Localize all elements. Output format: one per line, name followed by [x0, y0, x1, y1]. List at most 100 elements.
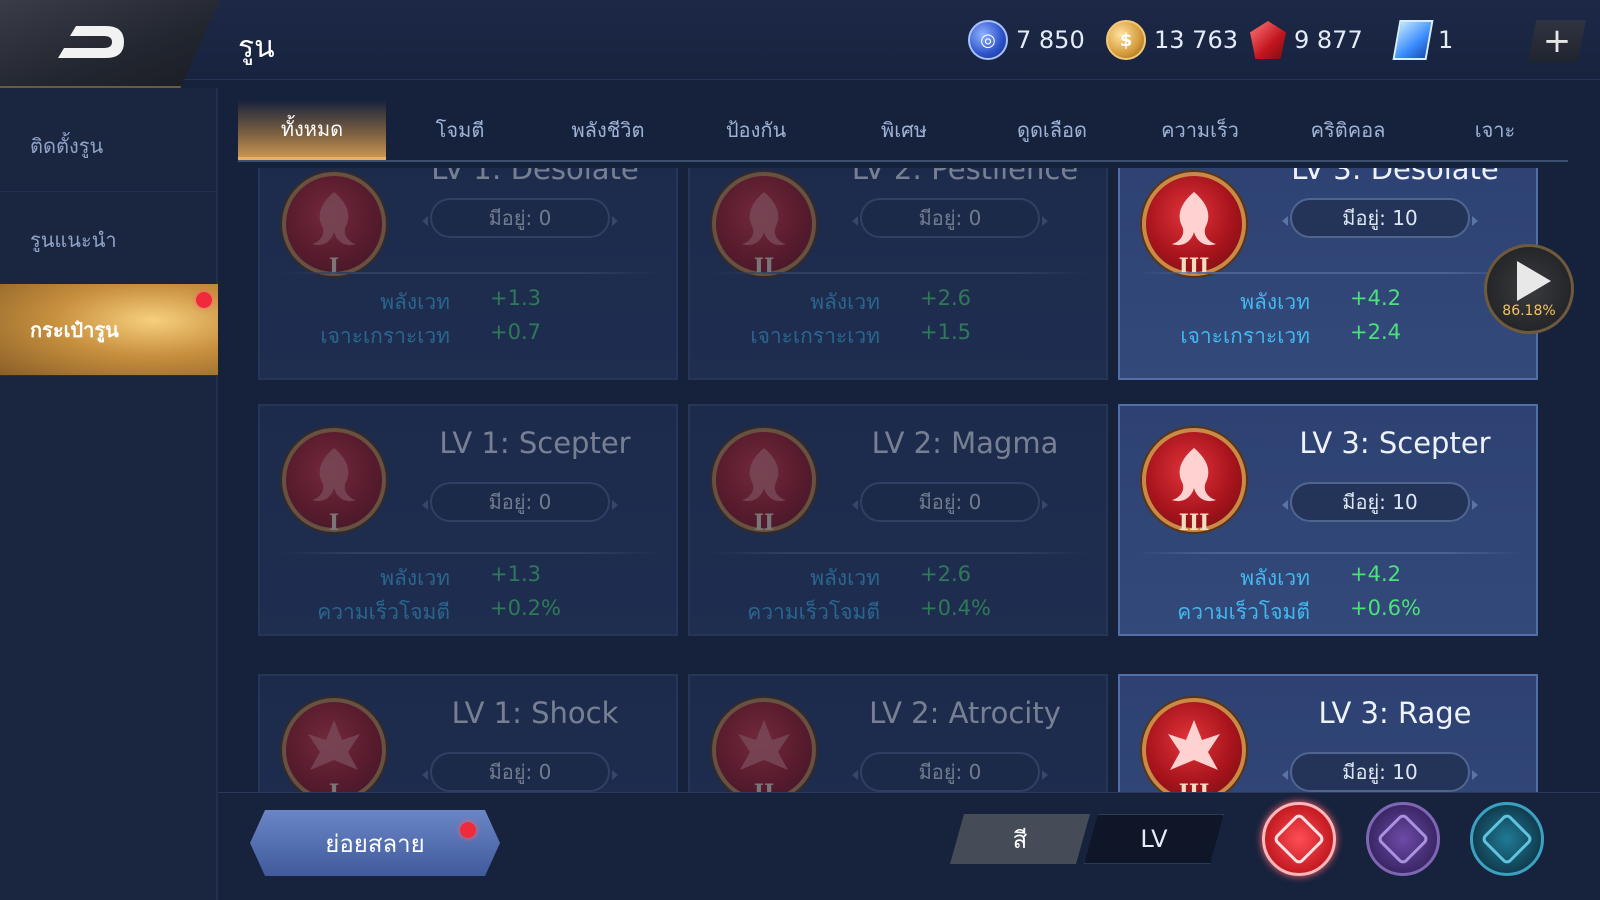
sidebar-item-rune-bag[interactable]: กระเป๋ารูน [0, 284, 218, 376]
voucher-icon: ◎ [968, 20, 1008, 60]
rune-title: LV 3: Rage [1318, 696, 1472, 730]
rune-card[interactable]: III LV 3: Rage มีอยู่: 10 [1118, 674, 1538, 792]
rune-emblem-icon: III [1142, 428, 1246, 536]
rune-title: LV 3: Desolate [1291, 168, 1499, 186]
rune-grid: I LV 1: Desolate มีอยู่: 0 พลังเวท +1.3 เ… [258, 168, 1538, 792]
owned-count: มีอยู่: 0 [852, 198, 1048, 238]
rune-emblem-icon: III [1142, 172, 1246, 280]
sort-toggle: สี LV [950, 814, 1224, 864]
owned-count: มีอยู่: 10 [1282, 752, 1478, 792]
stat-row: พลังเวท +4.2 [1240, 562, 1401, 590]
owned-count: มีอยู่: 0 [422, 482, 618, 522]
divider [276, 552, 662, 554]
rune-emblem-icon: II [712, 698, 816, 792]
rune-title: LV 2: Pestilence [851, 168, 1079, 186]
purple-rune-filter-button[interactable] [1366, 802, 1440, 876]
tab-special[interactable]: พิเศษ [830, 100, 978, 160]
rune-card[interactable]: I LV 1: Shock มีอยู่: 0 [258, 674, 678, 792]
tab-penetration[interactable]: เจาะ [1422, 100, 1568, 160]
tab-defense[interactable]: ป้องกัน [682, 100, 830, 160]
divider [706, 272, 1092, 274]
owned-count: มีอยู่: 10 [1282, 198, 1478, 238]
rune-emblem-icon: II [712, 428, 816, 536]
salvage-button[interactable]: ย่อยสลาย [250, 810, 500, 876]
stat-row: ความเร็วโจมตี +0.6% [1177, 596, 1421, 624]
stat-row: ความเร็วโจมตี +0.2% [317, 596, 561, 624]
rune-title: LV 2: Magma [871, 426, 1059, 460]
stat-row: ความเร็วโจมตี +0.4% [747, 596, 991, 624]
play-icon [1517, 261, 1551, 301]
owned-count: มีอยู่: 0 [422, 198, 618, 238]
rune-fragment-amount: 9 877 [1294, 26, 1363, 54]
rune-card[interactable]: II LV 2: Atrocity มีอยู่: 0 [688, 674, 1108, 792]
gold-amount: 13 763 [1154, 26, 1238, 54]
play-button[interactable]: 86.18% [1484, 244, 1574, 334]
rune-title: LV 1: Scepter [439, 426, 631, 460]
rune-card[interactable]: III LV 3: Scepter มีอยู่: 10 พลังเวท +4.2… [1118, 404, 1538, 636]
rune-title: LV 1: Desolate [431, 168, 639, 186]
rune-emblem-icon: I [282, 698, 386, 792]
sidebar-item-install-rune[interactable]: ติดตั้งรูน [0, 100, 218, 192]
rune-card[interactable]: III LV 3: Desolate มีอยู่: 10 พลังเวท +4.… [1118, 168, 1538, 380]
rune-title: LV 1: Shock [451, 696, 619, 730]
divider [1136, 552, 1522, 554]
green-rune-icon [1480, 812, 1534, 866]
divider [276, 272, 662, 274]
rune-card[interactable]: II LV 2: Magma มีอยู่: 0 พลังเวท +2.6 ควา… [688, 404, 1108, 636]
stat-row: พลังเวท +2.6 [810, 286, 971, 314]
notification-dot [196, 292, 212, 308]
crystal-amount: 1 [1438, 26, 1454, 54]
divider [1136, 272, 1522, 274]
sidebar-item-label: ติดตั้งรูน [30, 133, 104, 158]
add-currency-button[interactable]: + [1528, 20, 1586, 62]
divider [706, 552, 1092, 554]
stat-row: เจาะเกราะเวท +2.4 [1180, 320, 1401, 348]
sidebar-item-label: รูนแนะนำ [30, 227, 117, 252]
rune-card[interactable]: I LV 1: Desolate มีอยู่: 0 พลังเวท +1.3 เ… [258, 168, 678, 380]
notification-dot [460, 822, 476, 838]
currency-rune-fragments: 9 877 [1250, 20, 1363, 60]
stat-row: พลังเวท +1.3 [380, 562, 541, 590]
tab-all[interactable]: ทั้งหมด [238, 100, 386, 160]
tab-lifesteal[interactable]: ดูดเลือด [978, 100, 1126, 160]
stat-row: เจาะเกราะเวท +1.5 [750, 320, 971, 348]
page-title: รูน [238, 30, 275, 65]
stat-row: พลังเวท +2.6 [810, 562, 971, 590]
rune-card[interactable]: II LV 2: Pestilence มีอยู่: 0 พลังเวท +2.… [688, 168, 1108, 380]
tab-attack[interactable]: โจมตี [386, 100, 534, 160]
stat-row: พลังเวท +4.2 [1240, 286, 1401, 314]
owned-count: มีอยู่: 0 [852, 752, 1048, 792]
green-rune-filter-button[interactable] [1470, 802, 1544, 876]
tab-critical[interactable]: คริติคอล [1274, 100, 1422, 160]
owned-count: มีอยู่: 0 [422, 752, 618, 792]
back-arrow-icon [58, 26, 124, 58]
gold-coin-icon: $ [1106, 20, 1146, 60]
progress-percent: 86.18% [1502, 303, 1556, 319]
rune-emblem-icon: I [282, 172, 386, 280]
rune-title: LV 3: Scepter [1299, 426, 1491, 460]
currency-crystal: 1 [1392, 20, 1454, 60]
tab-hp[interactable]: พลังชีวิต [534, 100, 682, 160]
rune-title: LV 2: Atrocity [869, 696, 1061, 730]
currency-gold: $ 13 763 [1106, 20, 1238, 60]
tab-speed[interactable]: ความเร็ว [1126, 100, 1274, 160]
rune-card[interactable]: I LV 1: Scepter มีอยู่: 0 พลังเวท +1.3 คว… [258, 404, 678, 636]
red-rune-icon [1272, 812, 1326, 866]
voucher-amount: 7 850 [1016, 26, 1085, 54]
sidebar-item-recommended-rune[interactable]: รูนแนะนำ [0, 194, 218, 286]
purple-rune-icon [1376, 812, 1430, 866]
sort-by-level-button[interactable]: LV [1084, 814, 1224, 864]
category-tabs: ทั้งหมด โจมตี พลังชีวิต ป้องกัน พิเศษ ดู… [238, 100, 1568, 162]
currency-vouchers: ◎ 7 850 [968, 20, 1085, 60]
blue-crystal-icon [1392, 20, 1434, 60]
owned-count: มีอยู่: 10 [1282, 482, 1478, 522]
red-rune-filter-button[interactable] [1262, 802, 1336, 876]
sidebar: ติดตั้งรูน รูนแนะนำ กระเป๋ารูน [0, 88, 218, 900]
rune-emblem-icon: I [282, 428, 386, 536]
salvage-label: ย่อยสลาย [325, 829, 425, 858]
stat-row: พลังเวท +1.3 [380, 286, 541, 314]
red-gem-icon [1250, 21, 1286, 59]
sidebar-item-label: กระเป๋ารูน [30, 317, 119, 342]
stat-row: เจาะเกราะเวท +0.7 [320, 320, 541, 348]
sort-by-color-button[interactable]: สี [950, 814, 1090, 864]
